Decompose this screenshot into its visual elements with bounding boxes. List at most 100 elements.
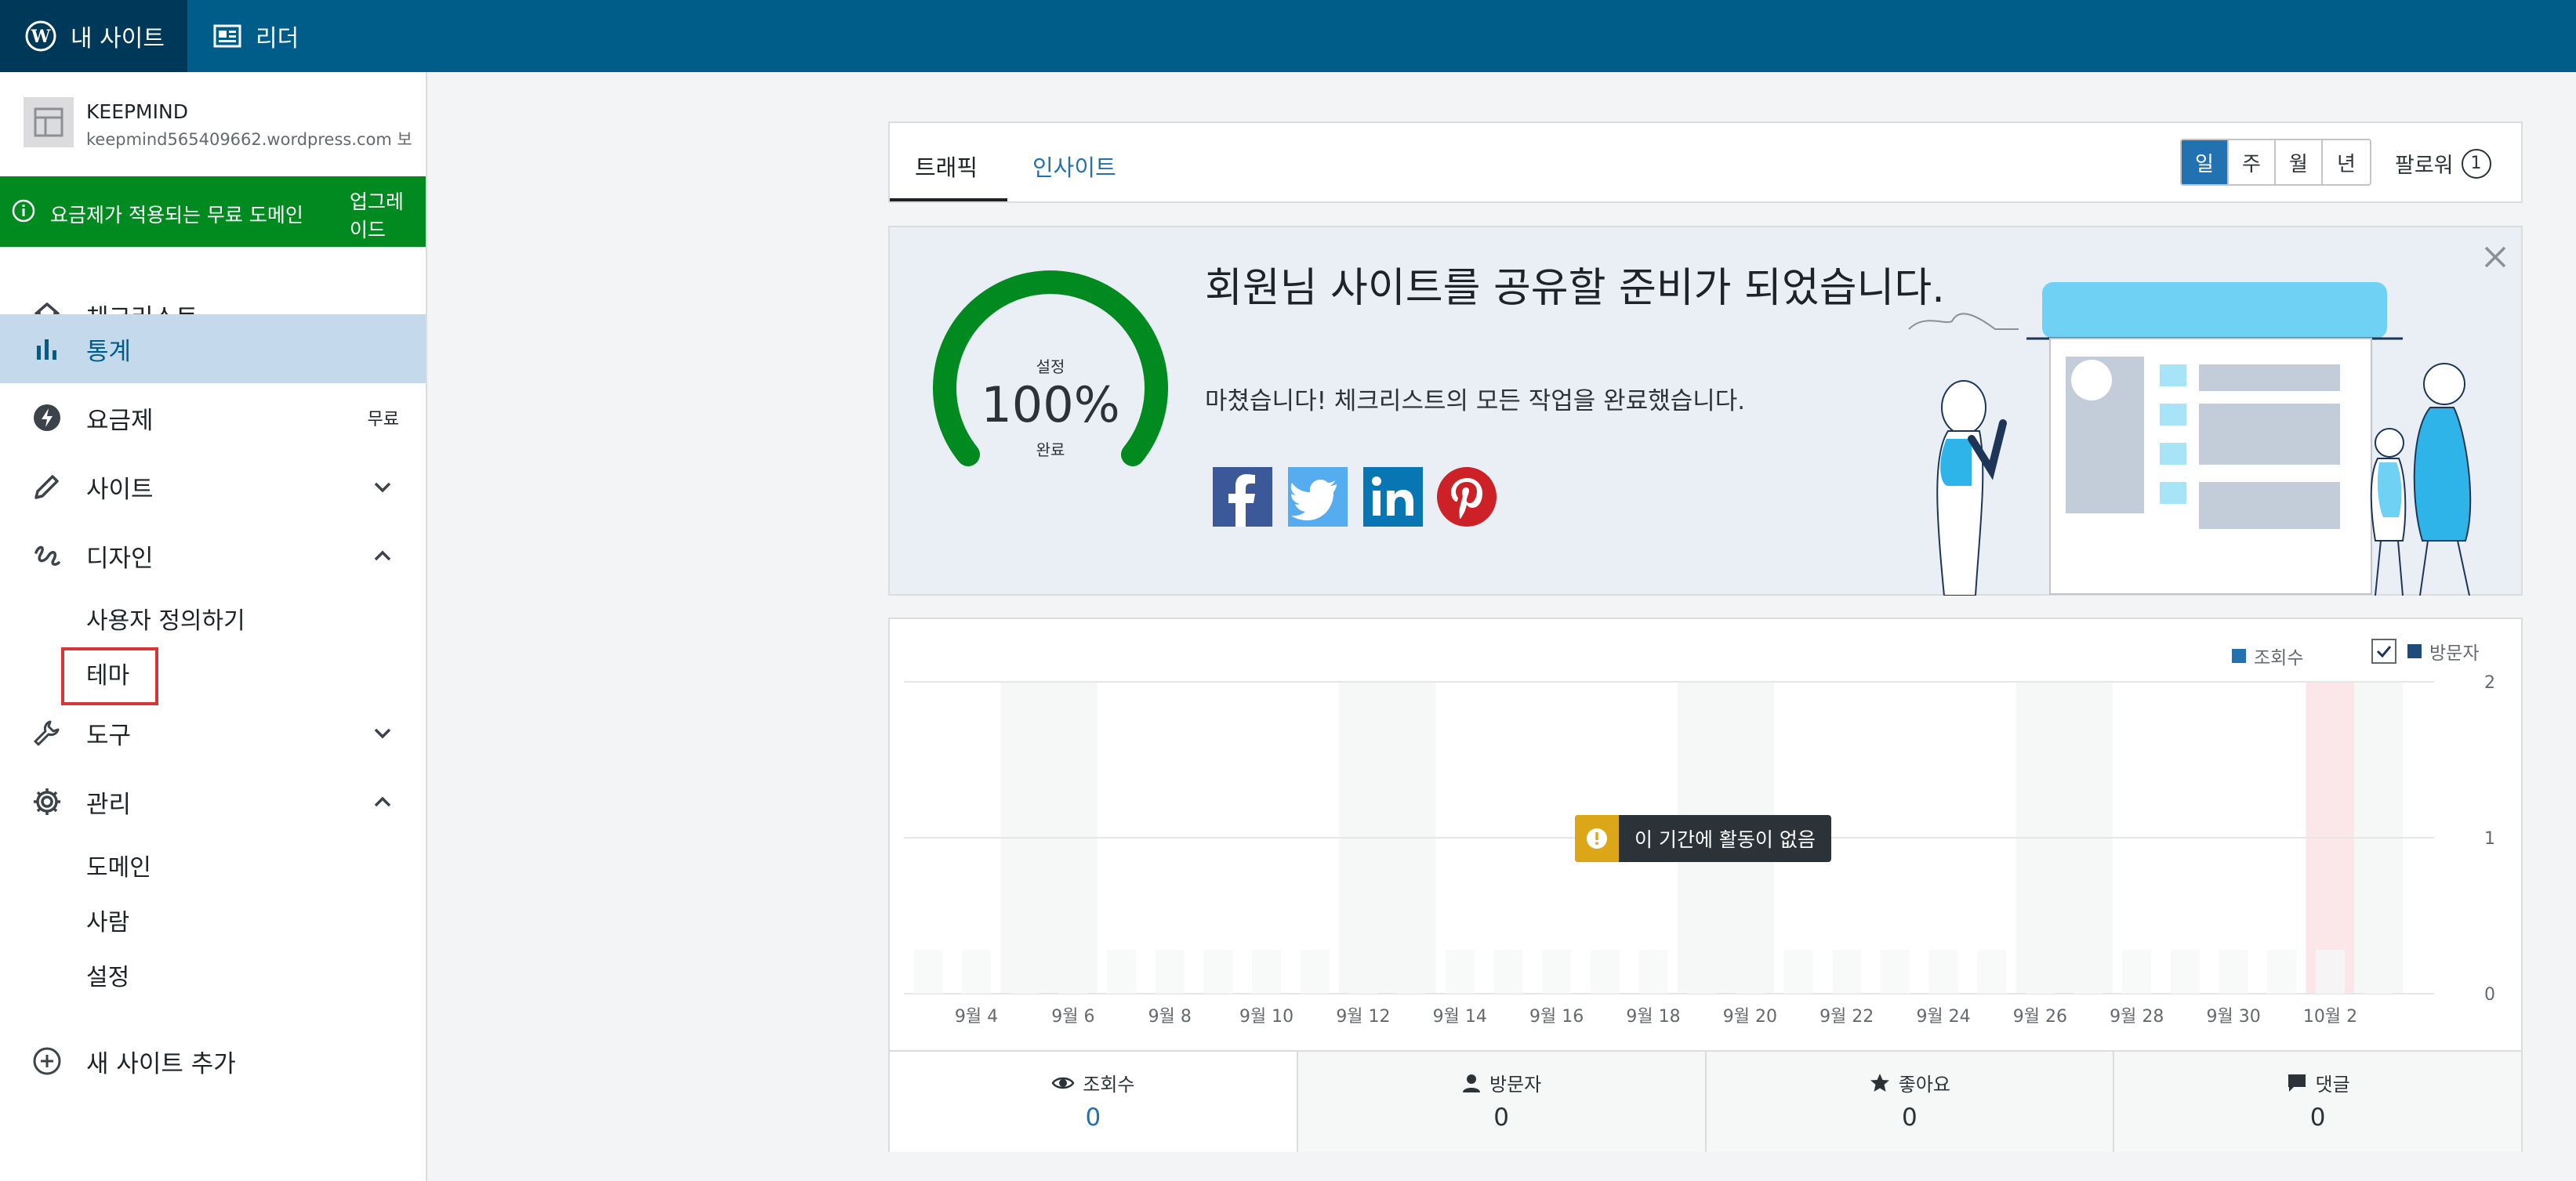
free-domain-promo[interactable]: 요금제가 적용되는 무료 도메인 업그레 이드	[0, 176, 426, 247]
reader-button[interactable]: 리더	[213, 0, 299, 72]
sidebar-subitem-settings[interactable]: 설정	[86, 958, 129, 992]
bar-views	[1493, 950, 1523, 994]
x-tick-label: 9월 28	[2110, 1007, 2164, 1027]
stats-tabs-panel: 트래픽 인사이트 일 주 월 년 팔로워 1	[888, 121, 2523, 203]
sidebar-item-design[interactable]: 디자인	[0, 521, 426, 590]
stat-comments[interactable]: 댓글 0	[2114, 1052, 2521, 1152]
site-card[interactable]: KEEPMIND keepmind565409662.wordpress.com…	[0, 72, 426, 176]
bar-views	[1735, 950, 1765, 994]
bar-views	[2267, 950, 2297, 994]
bar-views	[962, 950, 992, 994]
tab-insights[interactable]: 인사이트	[1032, 150, 1116, 183]
no-activity-notice: 이 기간에 활동이 없음	[1575, 815, 1831, 862]
bar-views	[1542, 950, 1572, 994]
x-tick-label: 9월 20	[1723, 1007, 1777, 1027]
stats-chart-panel: 조회수 방문자 2 1 0 9월 4 9월 6 9월 8 9월 10 9월 12 9월 14 9월…	[888, 618, 2523, 1152]
bar-views	[1832, 950, 1862, 994]
period-day-button[interactable]: 일	[2182, 140, 2229, 184]
y-tick-label: 0	[2484, 985, 2495, 1005]
sidebar-subitem-people[interactable]: 사람	[86, 903, 129, 937]
y-tick-label: 2	[2484, 673, 2495, 693]
bar-views	[1638, 950, 1668, 994]
sidebar-item-label: 도구	[86, 721, 132, 750]
close-icon[interactable]	[2481, 243, 2509, 271]
gauge-percent: 100%	[981, 376, 1120, 433]
bar-views	[2073, 950, 2103, 994]
period-month-button[interactable]: 월	[2276, 140, 2323, 184]
period-year-button[interactable]: 년	[2323, 140, 2370, 184]
facebook-icon[interactable]	[1213, 467, 1272, 527]
x-tick-label: 9월 24	[1916, 1007, 1970, 1027]
x-tick-label: 9월 30	[2207, 1007, 2261, 1027]
x-tick-label: 9월 6	[1051, 1007, 1094, 1027]
comment-icon	[2288, 1074, 2306, 1092]
sidebar-item-tools[interactable]: 도구	[0, 698, 426, 767]
share-illustration	[1908, 282, 2472, 596]
stats-icon	[37, 339, 56, 360]
bar-views	[1687, 950, 1717, 994]
add-new-site-button[interactable]: 새 사이트 추가	[0, 1027, 426, 1096]
share-site-card: 설정 100% 완료 회원님 사이트를 공유할 준비가 되었습니다. 마쳤습니다…	[888, 226, 2523, 596]
bar-views	[913, 950, 943, 994]
twitter-icon[interactable]	[1288, 467, 1348, 527]
warning-icon	[1575, 815, 1619, 862]
sidebar-subitem-customize[interactable]: 사용자 정의하기	[86, 601, 245, 636]
chevron-up-icon	[374, 550, 391, 561]
stat-visitors-label: 방문자	[1489, 1074, 1542, 1096]
bar-views	[1348, 950, 1378, 994]
gauge-bottom-label: 완료	[1036, 440, 1065, 459]
my-site-button[interactable]: W 내 사이트	[0, 0, 187, 72]
bar-views	[1058, 950, 1088, 994]
sidebar-subitem-domains[interactable]: 도메인	[86, 848, 151, 882]
period-selector: 일 주 월 년	[2180, 139, 2371, 186]
design-icon	[34, 545, 60, 566]
stat-visitors-value: 0	[1493, 1103, 1509, 1132]
sidebar-item-label: 관리	[86, 790, 132, 819]
reader-icon	[213, 24, 241, 48]
x-tick-label: 9월 10	[1239, 1007, 1293, 1027]
stat-views[interactable]: 조회수 0	[890, 1052, 1298, 1152]
my-site-label: 내 사이트	[71, 25, 165, 53]
star-icon	[1870, 1073, 1889, 1092]
info-icon	[12, 199, 35, 223]
stat-label: 조회수	[890, 1069, 1297, 1096]
y-tick-label: 1	[2484, 829, 2495, 849]
promo-text: 요금제가 적용되는 무료 도메인	[50, 204, 303, 226]
upgrade-link[interactable]: 업그레 이드	[350, 188, 412, 245]
tab-active-indicator	[890, 198, 1007, 201]
bar-views	[1977, 950, 2007, 994]
follower-count-badge: 1	[2461, 148, 2491, 179]
person-icon	[1463, 1074, 1480, 1092]
tab-traffic[interactable]: 트래픽	[915, 150, 978, 183]
bar-views	[2364, 950, 2393, 994]
eye-icon	[1051, 1077, 1075, 1089]
stat-label: 댓글	[2114, 1069, 2521, 1096]
x-tick-label: 9월 16	[1529, 1007, 1584, 1027]
sidebar-item-label: 사이트	[86, 475, 154, 504]
stat-likes[interactable]: 좋아요 0	[1706, 1052, 2115, 1152]
stat-visitors[interactable]: 방문자 0	[1297, 1052, 1707, 1152]
bar-views	[1300, 950, 1330, 994]
x-tick-label: 9월 26	[2013, 1007, 2067, 1027]
x-tick-label: 9월 12	[1336, 1007, 1390, 1027]
bar-views	[1107, 950, 1137, 994]
stat-likes-value: 0	[1902, 1103, 1917, 1132]
linkedin-icon[interactable]	[1363, 467, 1423, 527]
bar-views	[1445, 950, 1475, 994]
gauge-top-label: 설정	[1036, 357, 1065, 376]
top-bar: W 내 사이트 리더	[0, 0, 2576, 72]
sidebar-item-site[interactable]: 사이트	[0, 452, 426, 521]
period-week-button[interactable]: 주	[2229, 140, 2276, 184]
wordpress-icon: W	[25, 20, 56, 52]
x-tick-label: 9월 14	[1433, 1007, 1487, 1027]
sidebar-item-stats[interactable]: 통계	[0, 314, 426, 383]
pencil-icon	[34, 475, 59, 499]
pinterest-icon[interactable]	[1437, 467, 1497, 527]
chevron-down-icon	[374, 482, 391, 493]
sidebar-item-manage[interactable]: 관리	[0, 767, 426, 836]
sidebar: KEEPMIND keepmind565409662.wordpress.com…	[0, 72, 427, 1181]
sidebar-item-plans[interactable]: 요금제 무료	[0, 383, 426, 452]
follower-count[interactable]: 팔로워 1	[2395, 148, 2491, 179]
bar-views	[2170, 950, 2200, 994]
bar-views	[1928, 950, 1958, 994]
